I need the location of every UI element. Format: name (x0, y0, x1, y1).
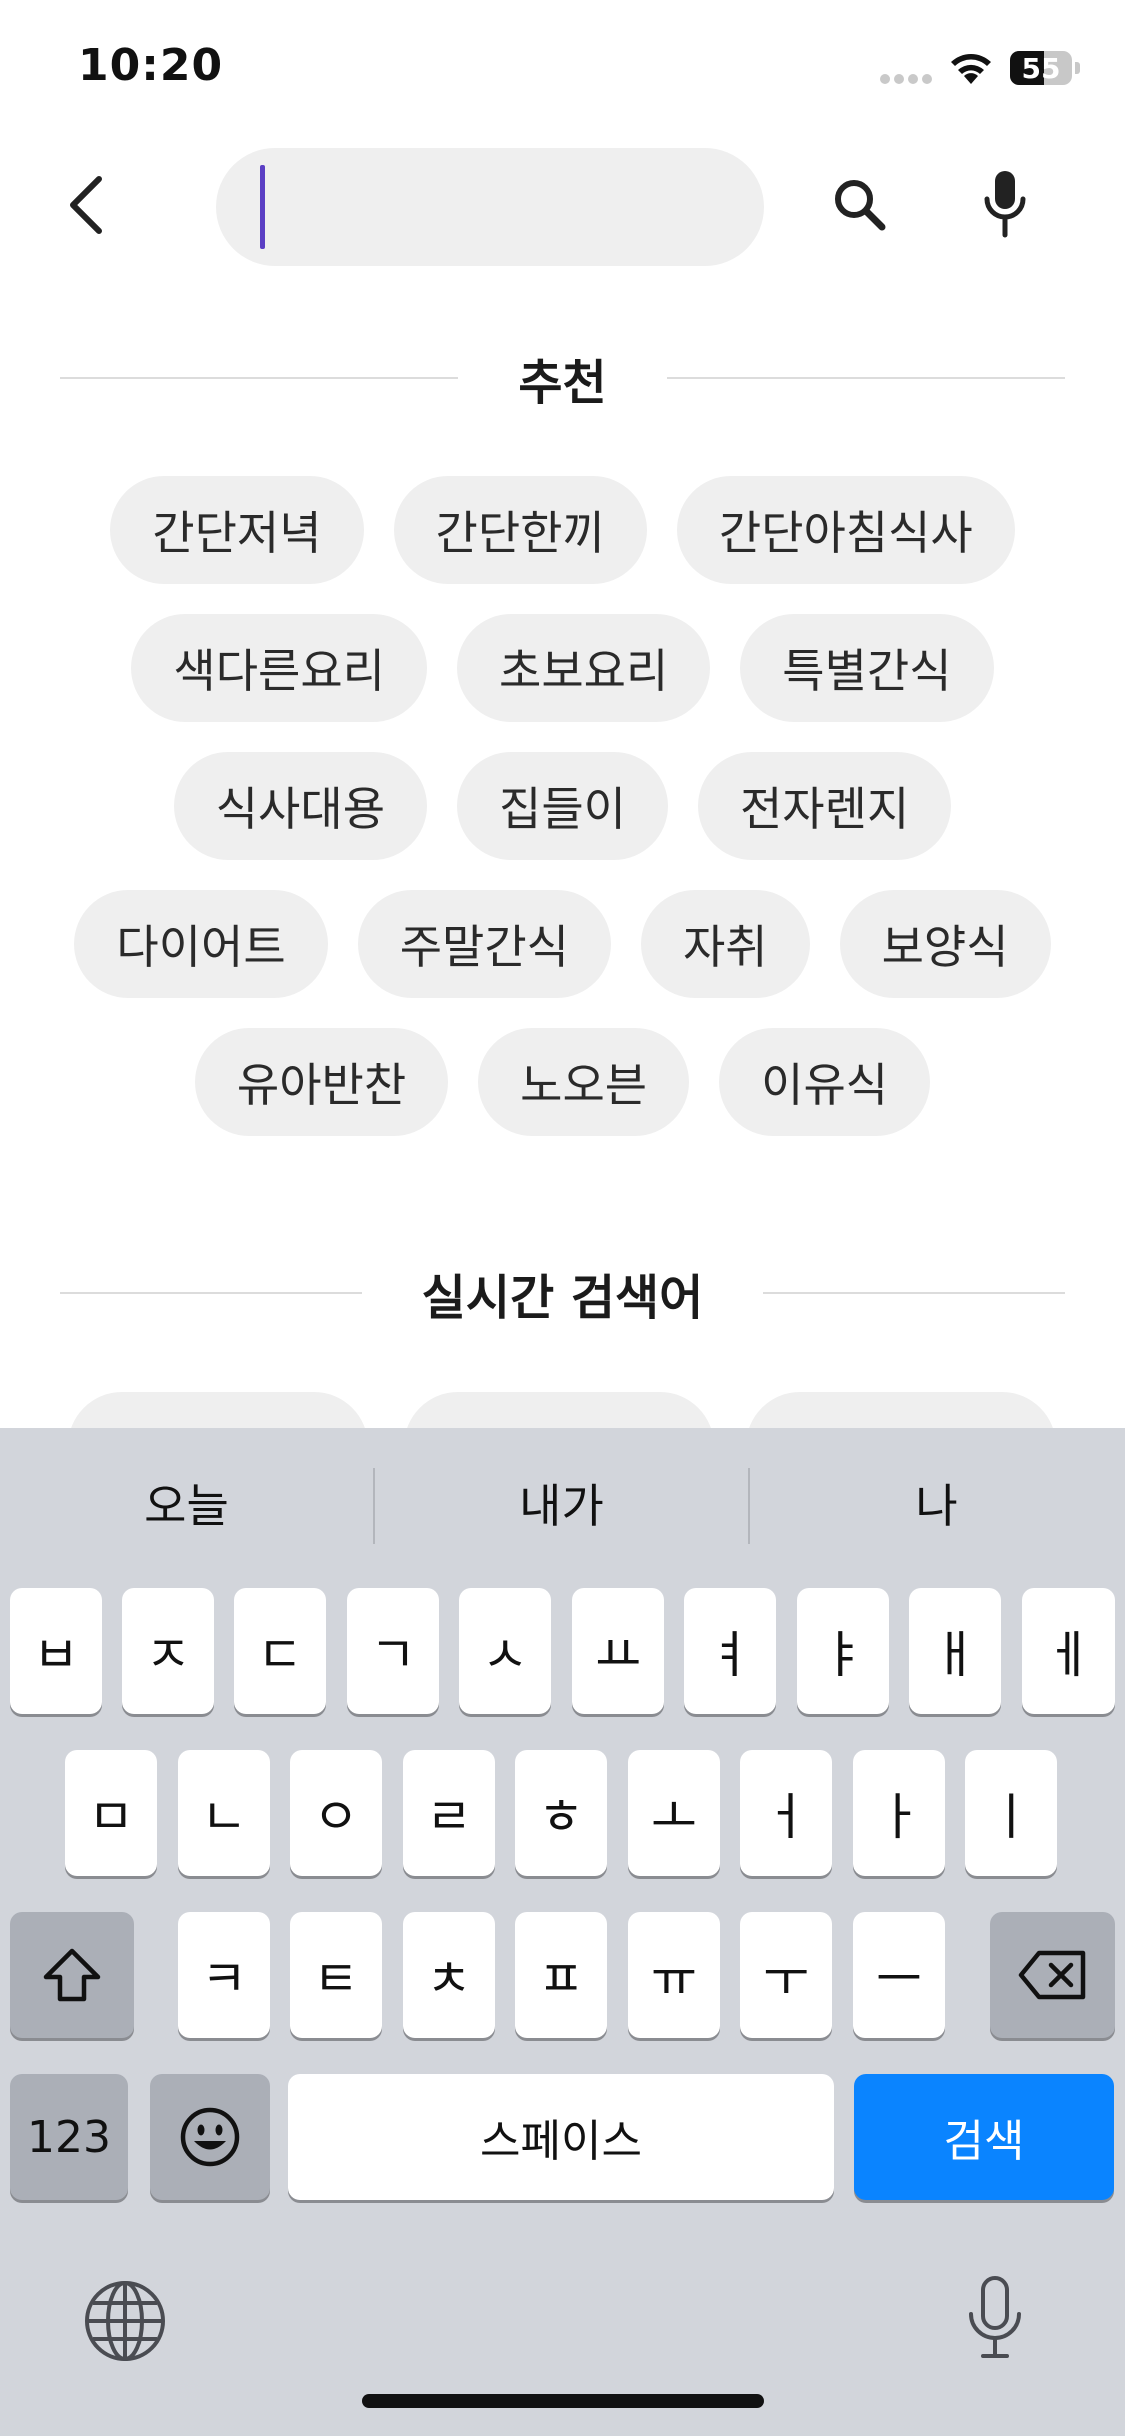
key[interactable]: ㅑ (797, 1588, 889, 1714)
keyword-chip[interactable]: 전자렌지 (697, 752, 952, 860)
suggestion-item[interactable]: 나 (750, 1428, 1123, 1578)
microphone-icon (984, 171, 1026, 238)
key[interactable]: ㅍ (515, 1912, 607, 2038)
delete-key[interactable] (990, 1912, 1115, 2038)
chip-row: 색다른요리 초보요리 특별간식 (0, 614, 1125, 722)
wifi-icon (948, 50, 994, 86)
divider (666, 377, 1066, 379)
divider (60, 1292, 362, 1294)
emoji-icon (180, 2107, 240, 2167)
voice-search-button[interactable] (970, 165, 1040, 245)
keyword-chip[interactable]: 유아반찬 (194, 1028, 449, 1136)
space-key[interactable]: 스페이스 (288, 2074, 834, 2200)
keyword-chip[interactable]: 간단아침식사 (676, 476, 1015, 584)
realtime-header: 실시간 검색어 (60, 1263, 1066, 1326)
key[interactable]: ㅌ (290, 1912, 382, 2038)
search-key[interactable]: 검색 (854, 2074, 1114, 2200)
keyword-chip[interactable]: 간단저녁 (110, 476, 364, 584)
key[interactable]: ㅋ (178, 1912, 270, 2038)
key[interactable]: ㅎ (515, 1750, 607, 1876)
search-input[interactable] (276, 148, 736, 266)
recommended-header: 추천 (60, 348, 1066, 411)
home-indicator[interactable] (362, 2394, 764, 2408)
shift-key[interactable] (10, 1912, 134, 2038)
chip-row: 식사대용 집들이 전자렌지 (0, 752, 1125, 860)
keyword-chip[interactable]: 이유식 (719, 1028, 931, 1136)
keyword-chip[interactable]: 보양식 (839, 890, 1051, 998)
key[interactable]: ㄴ (178, 1750, 270, 1876)
back-chevron-icon (70, 176, 102, 234)
key[interactable]: ㅈ (122, 1588, 214, 1714)
suggestion-bar: 오늘 내가 나 (0, 1428, 1125, 1578)
key[interactable]: ㅁ (65, 1750, 157, 1876)
keyword-chip[interactable]: 주말간식 (357, 890, 611, 998)
key[interactable]: ㅡ (853, 1912, 945, 2038)
keyword-chip[interactable]: 초보요리 (457, 614, 711, 722)
search-icon (835, 180, 886, 231)
key[interactable]: ㅕ (684, 1588, 776, 1714)
section-title: 실시간 검색어 (421, 1270, 704, 1326)
dictation-icon (969, 2276, 1021, 2358)
delete-icon (1018, 1950, 1085, 2000)
suggestion-item[interactable]: 오늘 (0, 1428, 373, 1578)
key[interactable]: ㅐ (909, 1588, 1001, 1714)
key[interactable]: ㄹ (403, 1750, 495, 1876)
text-cursor (260, 165, 265, 249)
emoji-key[interactable] (150, 2074, 270, 2200)
divider (60, 377, 459, 379)
keyword-chip[interactable]: 간단한끼 (393, 476, 647, 584)
chip-row: 유아반찬 노오븐 이유식 (0, 1028, 1125, 1136)
key[interactable]: ㅓ (740, 1750, 832, 1876)
key[interactable]: ㅅ (459, 1588, 551, 1714)
suggestion-item[interactable]: 내가 (375, 1428, 748, 1578)
key[interactable]: ㅏ (853, 1750, 945, 1876)
numbers-key[interactable]: 123 (10, 2074, 128, 2200)
key[interactable]: ㅣ (965, 1750, 1057, 1876)
search-button[interactable] (825, 170, 895, 240)
key[interactable]: ㄱ (347, 1588, 439, 1714)
battery-level: 55 (1021, 52, 1061, 85)
key[interactable]: ㅊ (403, 1912, 495, 2038)
key[interactable]: ㄷ (234, 1588, 326, 1714)
key[interactable]: ㅜ (740, 1912, 832, 2038)
keyword-chip[interactable]: 특별간식 (740, 614, 994, 722)
chip-row: 간단저녁 간단한끼 간단아침식사 (0, 476, 1125, 584)
search-field[interactable] (216, 148, 764, 266)
keyword-chip[interactable]: 색다른요리 (131, 614, 428, 722)
status-time: 10:20 (78, 40, 224, 91)
keyword-chip[interactable]: 자취 (640, 890, 810, 998)
key[interactable]: ㅛ (572, 1588, 664, 1714)
chip-row: 다이어트 주말간식 자취 보양식 (0, 890, 1125, 998)
key[interactable]: ㅠ (628, 1912, 720, 2038)
keyword-chip[interactable]: 집들이 (457, 752, 668, 860)
shift-icon (43, 1948, 101, 2002)
battery-tip (1075, 62, 1080, 74)
key[interactable]: ㅂ (10, 1588, 102, 1714)
key[interactable]: ㅔ (1022, 1588, 1115, 1714)
globe-icon (85, 2281, 165, 2361)
status-bar: 10:20 55 (0, 0, 1125, 140)
key[interactable]: ㅇ (290, 1750, 382, 1876)
keyword-chip[interactable]: 노오븐 (478, 1028, 690, 1136)
keyword-chip[interactable]: 다이어트 (74, 890, 328, 998)
battery-icon: 55 (1010, 51, 1072, 85)
globe-button[interactable] (82, 2278, 168, 2364)
cellular-signal-icon (880, 74, 934, 84)
keyword-chip[interactable]: 식사대용 (173, 752, 428, 860)
key[interactable]: ㅗ (628, 1750, 720, 1876)
section-title: 추천 (518, 355, 607, 411)
back-button[interactable] (55, 170, 115, 240)
divider (763, 1292, 1066, 1294)
dictation-button[interactable] (960, 2268, 1030, 2368)
